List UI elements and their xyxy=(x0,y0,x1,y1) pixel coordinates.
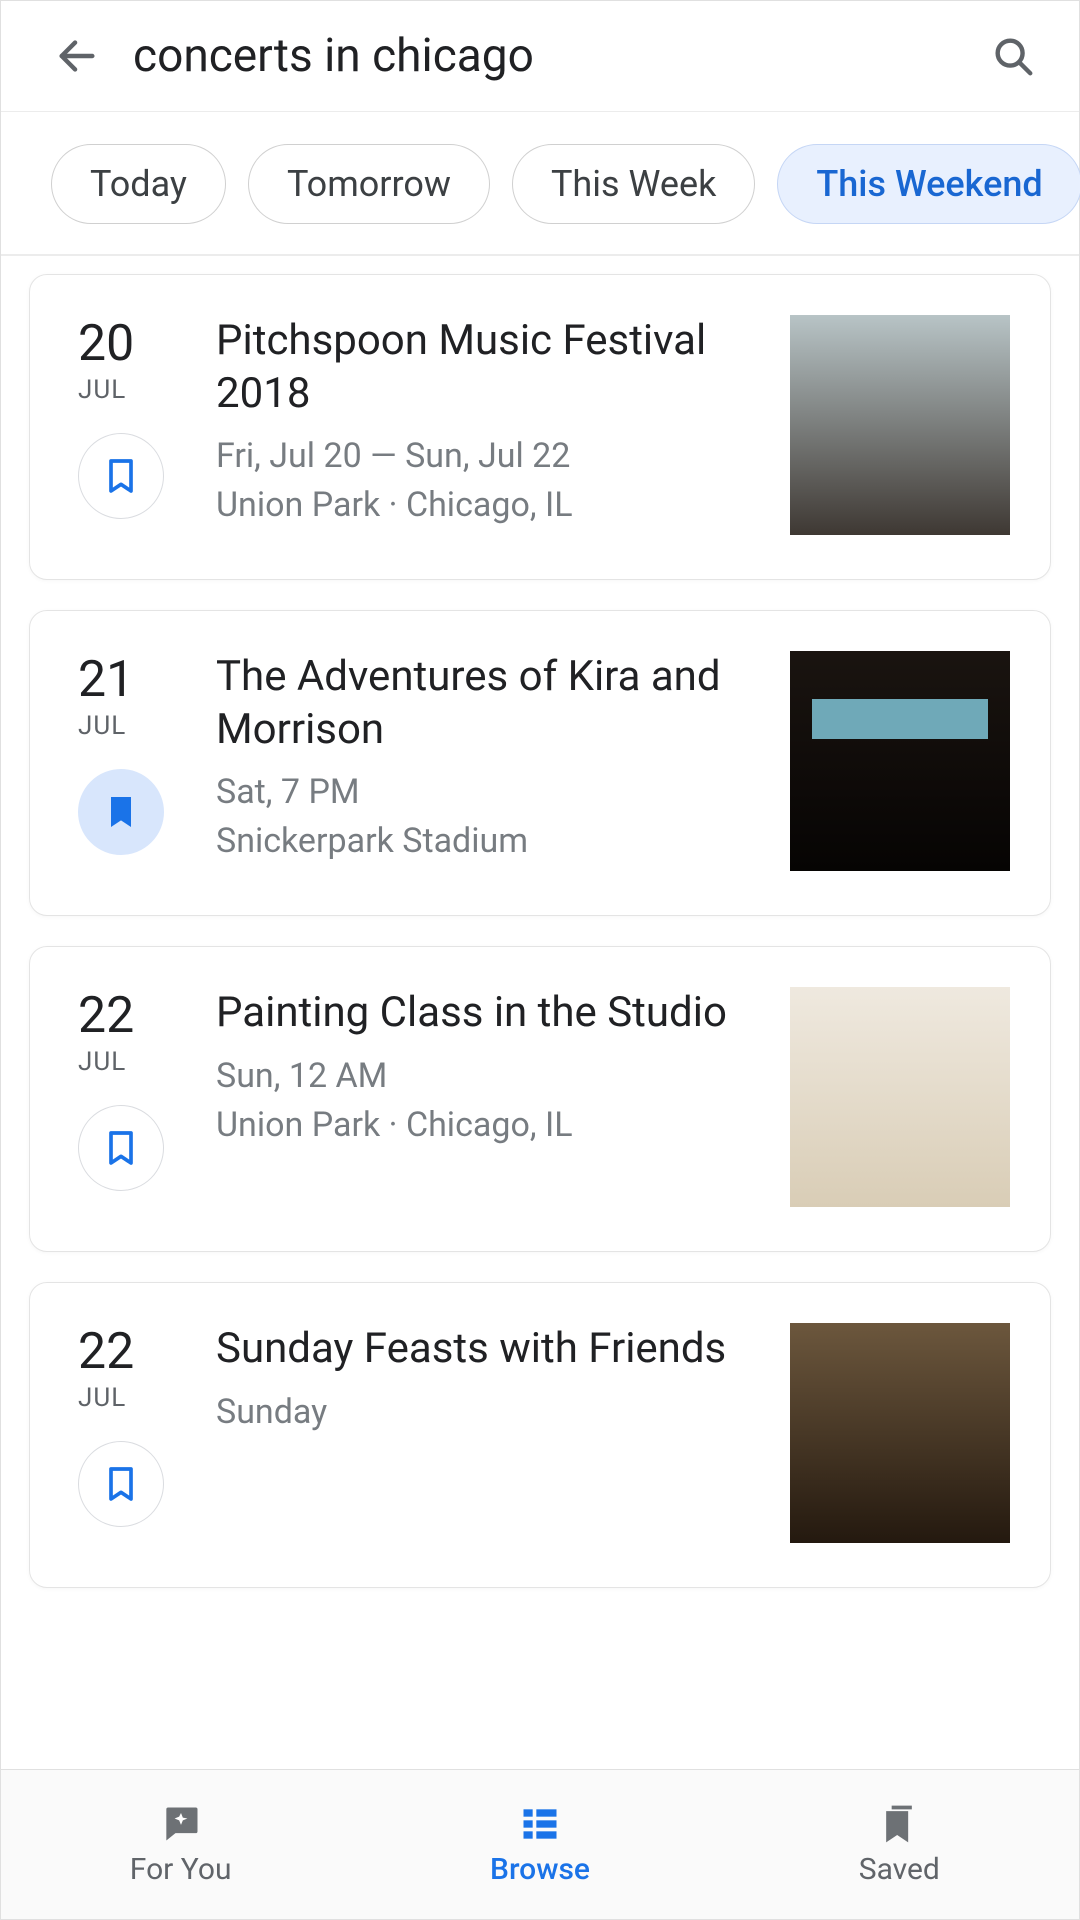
bookmark-outline-icon xyxy=(101,456,141,496)
filter-chip-tomorrow[interactable]: Tomorrow xyxy=(248,144,490,224)
event-title: Sunday Feasts with Friends xyxy=(216,1323,770,1376)
filter-chip-this-week[interactable]: This Week xyxy=(512,144,755,224)
bookmark-outline-icon xyxy=(101,1464,141,1504)
bookmark-outline-icon xyxy=(101,1128,141,1168)
event-location: Snickerpark Stadium xyxy=(216,817,770,866)
event-thumbnail xyxy=(790,315,1010,535)
event-title: Pitchspoon Music Festival 2018 xyxy=(216,315,770,420)
event-card[interactable]: 20 JUL Pitchspoon Music Festival 2018 Fr… xyxy=(29,274,1051,580)
event-day: 21 xyxy=(78,651,134,709)
search-header: concerts in chicago xyxy=(1,1,1079,112)
bookmark-button[interactable] xyxy=(78,1105,164,1191)
bookmark-button[interactable] xyxy=(78,1441,164,1527)
event-card[interactable]: 22 JUL Painting Class in the Studio Sun,… xyxy=(29,946,1051,1252)
event-datetime: Fri, Jul 20 — Sun, Jul 22 xyxy=(216,432,770,481)
event-thumbnail xyxy=(790,987,1010,1207)
event-list[interactable]: 20 JUL Pitchspoon Music Festival 2018 Fr… xyxy=(1,256,1079,1769)
filter-chip-this-weekend[interactable]: This Weekend xyxy=(777,144,1080,224)
event-month: JUL xyxy=(78,1383,126,1413)
nav-browse[interactable]: Browse xyxy=(360,1770,719,1919)
search-query-text[interactable]: concerts in chicago xyxy=(133,29,987,83)
event-month: JUL xyxy=(78,375,126,405)
bookmarks-icon xyxy=(877,1802,921,1846)
event-date: 22 JUL xyxy=(78,987,198,1191)
event-thumbnail xyxy=(790,651,1010,871)
nav-saved[interactable]: Saved xyxy=(720,1770,1079,1919)
event-month: JUL xyxy=(78,1047,126,1077)
bottom-nav: For You Browse Saved xyxy=(1,1769,1079,1919)
filter-chip-today[interactable]: Today xyxy=(51,144,226,224)
event-info: Sunday Feasts with Friends Sunday xyxy=(216,1323,790,1437)
bookmark-button[interactable] xyxy=(78,769,164,855)
event-datetime: Sunday xyxy=(216,1388,770,1437)
event-date: 22 JUL xyxy=(78,1323,198,1527)
list-icon xyxy=(518,1802,562,1846)
event-location: Union Park · Chicago, IL xyxy=(216,481,770,530)
nav-label: Saved xyxy=(859,1852,940,1887)
sparkle-chat-icon xyxy=(159,1802,203,1846)
event-location: Union Park · Chicago, IL xyxy=(216,1101,770,1150)
event-card[interactable]: 22 JUL Sunday Feasts with Friends Sunday xyxy=(29,1282,1051,1588)
event-info: Painting Class in the Studio Sun, 12 AM … xyxy=(216,987,790,1150)
event-info: The Adventures of Kira and Morrison Sat,… xyxy=(216,651,790,867)
event-datetime: Sun, 12 AM xyxy=(216,1052,770,1101)
event-card[interactable]: 21 JUL The Adventures of Kira and Morris… xyxy=(29,610,1051,916)
event-date: 20 JUL xyxy=(78,315,198,519)
event-day: 20 xyxy=(78,315,134,373)
search-icon xyxy=(990,33,1036,79)
app-root: concerts in chicago Today Tomorrow This … xyxy=(0,0,1080,1920)
filter-chip-row: Today Tomorrow This Week This Weekend xyxy=(1,112,1079,256)
event-month: JUL xyxy=(78,711,126,741)
nav-for-you[interactable]: For You xyxy=(1,1770,360,1919)
arrow-left-icon xyxy=(54,33,100,79)
event-info: Pitchspoon Music Festival 2018 Fri, Jul … xyxy=(216,315,790,531)
back-button[interactable] xyxy=(51,30,103,82)
bookmark-filled-icon xyxy=(101,792,141,832)
event-datetime: Sat, 7 PM xyxy=(216,768,770,817)
event-day: 22 xyxy=(78,987,134,1045)
event-date: 21 JUL xyxy=(78,651,198,855)
event-day: 22 xyxy=(78,1323,134,1381)
event-title: Painting Class in the Studio xyxy=(216,987,770,1040)
search-button[interactable] xyxy=(987,30,1039,82)
nav-label: Browse xyxy=(490,1852,590,1887)
event-title: The Adventures of Kira and Morrison xyxy=(216,651,770,756)
nav-label: For You xyxy=(130,1852,232,1887)
bookmark-button[interactable] xyxy=(78,433,164,519)
event-thumbnail xyxy=(790,1323,1010,1543)
